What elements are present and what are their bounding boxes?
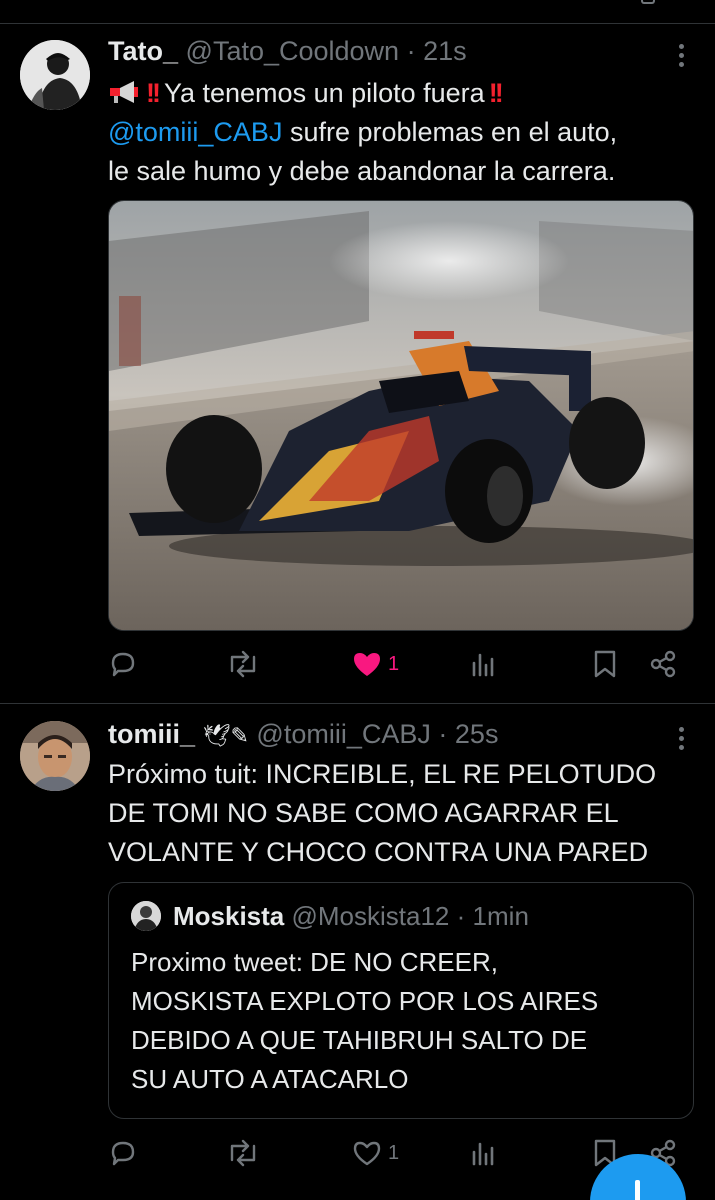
bookmark-button[interactable] bbox=[592, 646, 618, 682]
double-exclamation-icon: !! bbox=[488, 78, 504, 108]
retweet-icon bbox=[230, 1139, 256, 1167]
avatar[interactable] bbox=[20, 721, 90, 791]
separator: · bbox=[406, 36, 416, 66]
views-icon bbox=[472, 1142, 494, 1166]
tweet-header: Tato_ @Tato_Cooldown · 21s bbox=[108, 36, 467, 67]
quoted-timestamp: 1min bbox=[472, 901, 529, 931]
views-icon bbox=[472, 653, 494, 677]
separator: · bbox=[456, 901, 466, 931]
like-count: 1 bbox=[388, 1141, 400, 1164]
like-count: 1 bbox=[388, 652, 400, 675]
heart-filled-icon bbox=[354, 653, 380, 676]
bookmark-icon bbox=[594, 650, 616, 678]
text-line: DE TOMI NO SABE COMO AGARRAR EL bbox=[108, 798, 619, 828]
like-button[interactable]: 1 bbox=[352, 1135, 399, 1171]
views-button[interactable] bbox=[470, 1135, 504, 1171]
text-line: SU AUTO A ATACARLO bbox=[131, 1064, 409, 1094]
previous-tweet-edge bbox=[0, 0, 715, 24]
feather-icon: ✎ bbox=[230, 723, 249, 748]
more-options-icon[interactable] bbox=[679, 44, 685, 71]
heart-outline-icon bbox=[353, 1141, 381, 1166]
quoted-author-name[interactable]: Moskista bbox=[173, 901, 284, 931]
share-button[interactable] bbox=[648, 646, 678, 682]
author-name[interactable]: Tato_ bbox=[108, 36, 178, 66]
text-line: DEBIDO A QUE TAHIBRUH SALTO DE bbox=[131, 1025, 588, 1055]
reply-button[interactable] bbox=[108, 1135, 144, 1171]
share-icon bbox=[650, 650, 676, 678]
wings-icon: 🕊 bbox=[202, 723, 231, 748]
tweet-image[interactable] bbox=[108, 200, 694, 631]
mention-link[interactable]: @tomiii_CABJ bbox=[108, 117, 282, 147]
reply-button[interactable] bbox=[108, 646, 144, 682]
retweet-icon bbox=[230, 650, 256, 678]
tweet-actions: 1 bbox=[108, 646, 688, 686]
author-handle[interactable]: @tomiii_CABJ bbox=[256, 719, 430, 749]
text-line: sufre problemas en el auto, bbox=[282, 117, 618, 147]
text-line: VOLANTE Y CHOCO CONTRA UNA PARED bbox=[108, 837, 649, 867]
author-handle[interactable]: @Tato_Cooldown bbox=[186, 36, 400, 66]
megaphone-icon bbox=[110, 81, 138, 103]
avatar[interactable] bbox=[20, 40, 90, 110]
retweet-button[interactable] bbox=[226, 646, 266, 682]
text-line: Próximo tuit: INCREIBLE, EL RE PELOTUDO bbox=[108, 759, 657, 789]
tweet-text: !! Ya tenemos un piloto fuera!! @tomiii_C… bbox=[108, 74, 698, 191]
text-line: Ya tenemos un piloto fuera bbox=[163, 78, 485, 108]
timestamp[interactable]: 25s bbox=[455, 719, 499, 749]
retweet-button[interactable] bbox=[226, 1135, 266, 1171]
timestamp[interactable]: 21s bbox=[423, 36, 467, 66]
quoted-text: Proximo tweet: DE NO CREER, MOSKISTA EXP… bbox=[131, 943, 671, 1099]
text-line: Proximo tweet: DE NO CREER, bbox=[131, 947, 498, 977]
tweet[interactable]: Tato_ @Tato_Cooldown · 21s !! Ya tenemos … bbox=[0, 24, 715, 704]
separator: · bbox=[438, 719, 448, 749]
double-exclamation-icon: !! bbox=[146, 78, 161, 108]
tweet-header: tomiii_ 🕊✎ @tomiii_CABJ · 25s bbox=[108, 719, 498, 750]
text-line: MOSKISTA EXPLOTO POR LOS AIRES bbox=[131, 986, 599, 1016]
more-options-icon[interactable] bbox=[679, 727, 685, 754]
reply-icon bbox=[111, 1141, 135, 1166]
author-name[interactable]: tomiii_ bbox=[108, 719, 195, 749]
like-button[interactable]: 1 bbox=[352, 646, 399, 682]
f1-car-photo bbox=[109, 201, 693, 630]
quoted-author-handle[interactable]: @Moskista12 bbox=[292, 901, 450, 931]
tweet[interactable]: tomiii_ 🕊✎ @tomiii_CABJ · 25s Próximo tu… bbox=[0, 705, 715, 1200]
tweet-actions: 1 bbox=[108, 1135, 688, 1175]
quoted-tweet[interactable]: Moskista @Moskista12 · 1min Proximo twee… bbox=[108, 882, 694, 1119]
views-button[interactable] bbox=[470, 646, 504, 682]
share-icon[interactable] bbox=[641, 0, 655, 4]
quoted-avatar[interactable] bbox=[131, 901, 161, 931]
reply-icon bbox=[111, 652, 135, 677]
text-line: le sale humo y debe abandonar la carrera… bbox=[108, 156, 616, 186]
quoted-header: Moskista @Moskista12 · 1min bbox=[173, 901, 529, 932]
tweet-text: Próximo tuit: INCREIBLE, EL RE PELOTUDO … bbox=[108, 755, 698, 872]
